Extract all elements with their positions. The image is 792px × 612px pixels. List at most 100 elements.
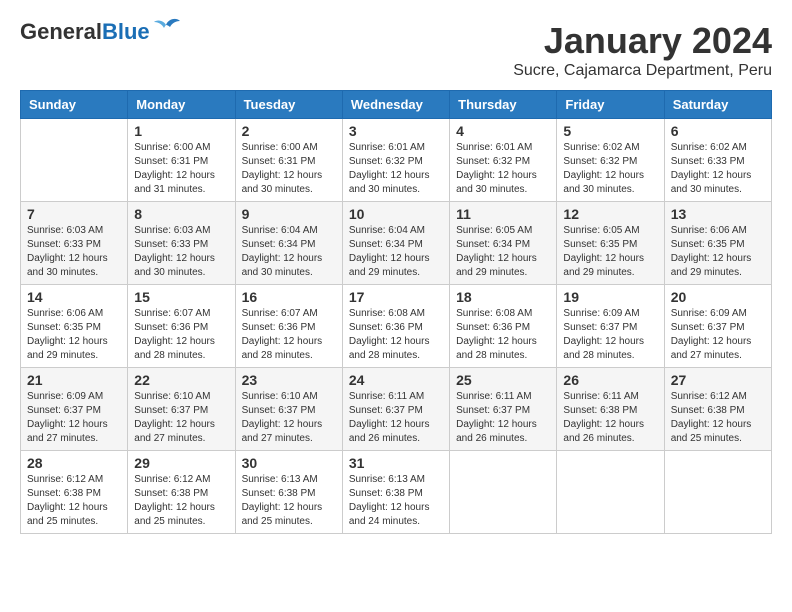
page-header: GeneralBlue January 2024 Sucre, Cajamarc…: [20, 20, 772, 80]
day-number: 19: [563, 289, 657, 305]
day-info: Sunrise: 6:03 AMSunset: 6:33 PMDaylight:…: [134, 224, 228, 280]
calendar-week-row: 7 Sunrise: 6:03 AMSunset: 6:33 PMDaylight…: [21, 202, 772, 285]
day-number: 23: [242, 372, 336, 388]
day-number: 26: [563, 372, 657, 388]
day-of-week-header: Monday: [128, 91, 235, 119]
calendar-cell: [450, 451, 557, 534]
day-number: 3: [349, 123, 443, 139]
day-number: 25: [456, 372, 550, 388]
calendar-cell: 22Sunrise: 6:10 AMSunset: 6:37 PMDayligh…: [128, 368, 235, 451]
calendar-table: SundayMondayTuesdayWednesdayThursdayFrid…: [20, 90, 772, 534]
day-number: 7: [27, 206, 121, 222]
calendar-week-row: 28 Sunrise: 6:12 AMSunset: 6:38 PMDayligh…: [21, 451, 772, 534]
day-number: 17: [349, 289, 443, 305]
day-info: Sunrise: 6:09 AMSunset: 6:37 PMDaylight:…: [563, 307, 657, 363]
logo-text: GeneralBlue: [20, 20, 150, 44]
calendar-cell: 13 Sunrise: 6:06 AMSunset: 6:35 PMDayligh…: [664, 202, 771, 285]
day-info: Sunrise: 6:09 AMSunset: 6:37 PMDaylight:…: [671, 307, 765, 363]
calendar-cell: 21Sunrise: 6:09 AMSunset: 6:37 PMDayligh…: [21, 368, 128, 451]
title-section: January 2024 Sucre, Cajamarca Department…: [513, 20, 772, 80]
month-title: January 2024: [513, 20, 772, 62]
day-number: 28: [27, 455, 121, 471]
calendar-cell: 14Sunrise: 6:06 AMSunset: 6:35 PMDayligh…: [21, 285, 128, 368]
day-info: Sunrise: 6:13 AMSunset: 6:38 PMDaylight:…: [349, 473, 443, 529]
day-number: 12: [563, 206, 657, 222]
day-info: Sunrise: 6:07 AMSunset: 6:36 PMDaylight:…: [242, 307, 336, 363]
calendar-cell: 27 Sunrise: 6:12 AMSunset: 6:38 PMDayligh…: [664, 368, 771, 451]
calendar-week-row: 14Sunrise: 6:06 AMSunset: 6:35 PMDayligh…: [21, 285, 772, 368]
day-number: 11: [456, 206, 550, 222]
day-number: 18: [456, 289, 550, 305]
day-number: 13: [671, 206, 765, 222]
logo: GeneralBlue: [20, 20, 180, 44]
day-info: Sunrise: 6:12 AMSunset: 6:38 PMDaylight:…: [27, 473, 121, 529]
day-info: Sunrise: 6:11 AMSunset: 6:38 PMDaylight:…: [563, 390, 657, 446]
day-info: Sunrise: 6:01 AMSunset: 6:32 PMDaylight:…: [349, 141, 443, 197]
calendar-cell: 29 Sunrise: 6:12 AMSunset: 6:38 PMDayligh…: [128, 451, 235, 534]
calendar-cell: 7 Sunrise: 6:03 AMSunset: 6:33 PMDaylight…: [21, 202, 128, 285]
location-subtitle: Sucre, Cajamarca Department, Peru: [513, 62, 772, 80]
calendar-cell: 12 Sunrise: 6:05 AMSunset: 6:35 PMDayligh…: [557, 202, 664, 285]
calendar-cell: 19 Sunrise: 6:09 AMSunset: 6:37 PMDayligh…: [557, 285, 664, 368]
day-number: 15: [134, 289, 228, 305]
day-of-week-header: Thursday: [450, 91, 557, 119]
day-info: Sunrise: 6:04 AMSunset: 6:34 PMDaylight:…: [349, 224, 443, 280]
calendar-week-row: 1 Sunrise: 6:00 AMSunset: 6:31 PMDaylight…: [21, 119, 772, 202]
day-info: Sunrise: 6:10 AMSunset: 6:37 PMDaylight:…: [242, 390, 336, 446]
day-info: Sunrise: 6:07 AMSunset: 6:36 PMDaylight:…: [134, 307, 228, 363]
calendar-cell: 24 Sunrise: 6:11 AMSunset: 6:37 PMDayligh…: [342, 368, 449, 451]
day-info: Sunrise: 6:03 AMSunset: 6:33 PMDaylight:…: [27, 224, 121, 280]
calendar-cell: 25 Sunrise: 6:11 AMSunset: 6:37 PMDayligh…: [450, 368, 557, 451]
day-info: Sunrise: 6:05 AMSunset: 6:34 PMDaylight:…: [456, 224, 550, 280]
day-number: 10: [349, 206, 443, 222]
day-of-week-header: Friday: [557, 91, 664, 119]
calendar-cell: 18 Sunrise: 6:08 AMSunset: 6:36 PMDayligh…: [450, 285, 557, 368]
day-number: 14: [27, 289, 121, 305]
day-info: Sunrise: 6:00 AMSunset: 6:31 PMDaylight:…: [134, 141, 228, 197]
day-info: Sunrise: 6:00 AMSunset: 6:31 PMDaylight:…: [242, 141, 336, 197]
calendar-cell: 2Sunrise: 6:00 AMSunset: 6:31 PMDaylight…: [235, 119, 342, 202]
day-info: Sunrise: 6:11 AMSunset: 6:37 PMDaylight:…: [456, 390, 550, 446]
day-number: 5: [563, 123, 657, 139]
calendar-cell: 23 Sunrise: 6:10 AMSunset: 6:37 PMDayligh…: [235, 368, 342, 451]
day-info: Sunrise: 6:02 AMSunset: 6:33 PMDaylight:…: [671, 141, 765, 197]
day-info: Sunrise: 6:05 AMSunset: 6:35 PMDaylight:…: [563, 224, 657, 280]
calendar-header-row: SundayMondayTuesdayWednesdayThursdayFrid…: [21, 91, 772, 119]
day-info: Sunrise: 6:11 AMSunset: 6:37 PMDaylight:…: [349, 390, 443, 446]
calendar-cell: 31Sunrise: 6:13 AMSunset: 6:38 PMDayligh…: [342, 451, 449, 534]
day-info: Sunrise: 6:06 AMSunset: 6:35 PMDaylight:…: [671, 224, 765, 280]
day-of-week-header: Sunday: [21, 91, 128, 119]
day-number: 29: [134, 455, 228, 471]
calendar-cell: 16 Sunrise: 6:07 AMSunset: 6:36 PMDayligh…: [235, 285, 342, 368]
calendar-cell: 15 Sunrise: 6:07 AMSunset: 6:36 PMDayligh…: [128, 285, 235, 368]
day-number: 16: [242, 289, 336, 305]
calendar-cell: 6 Sunrise: 6:02 AMSunset: 6:33 PMDaylight…: [664, 119, 771, 202]
logo-bird-icon: [152, 17, 180, 39]
day-of-week-header: Wednesday: [342, 91, 449, 119]
day-info: Sunrise: 6:04 AMSunset: 6:34 PMDaylight:…: [242, 224, 336, 280]
day-number: 27: [671, 372, 765, 388]
day-number: 4: [456, 123, 550, 139]
day-number: 30: [242, 455, 336, 471]
day-info: Sunrise: 6:01 AMSunset: 6:32 PMDaylight:…: [456, 141, 550, 197]
day-of-week-header: Tuesday: [235, 91, 342, 119]
day-number: 21: [27, 372, 121, 388]
day-info: Sunrise: 6:12 AMSunset: 6:38 PMDaylight:…: [671, 390, 765, 446]
calendar-cell: 11 Sunrise: 6:05 AMSunset: 6:34 PMDayligh…: [450, 202, 557, 285]
day-info: Sunrise: 6:12 AMSunset: 6:38 PMDaylight:…: [134, 473, 228, 529]
calendar-cell: 30Sunrise: 6:13 AMSunset: 6:38 PMDayligh…: [235, 451, 342, 534]
calendar-cell: 8 Sunrise: 6:03 AMSunset: 6:33 PMDaylight…: [128, 202, 235, 285]
day-number: 9: [242, 206, 336, 222]
day-number: 22: [134, 372, 228, 388]
calendar-cell: 28 Sunrise: 6:12 AMSunset: 6:38 PMDayligh…: [21, 451, 128, 534]
day-number: 8: [134, 206, 228, 222]
day-number: 20: [671, 289, 765, 305]
calendar-cell: [664, 451, 771, 534]
day-info: Sunrise: 6:08 AMSunset: 6:36 PMDaylight:…: [456, 307, 550, 363]
day-number: 1: [134, 123, 228, 139]
calendar-cell: 26 Sunrise: 6:11 AMSunset: 6:38 PMDayligh…: [557, 368, 664, 451]
calendar-cell: 3 Sunrise: 6:01 AMSunset: 6:32 PMDaylight…: [342, 119, 449, 202]
day-number: 6: [671, 123, 765, 139]
calendar-cell: [21, 119, 128, 202]
day-number: 24: [349, 372, 443, 388]
